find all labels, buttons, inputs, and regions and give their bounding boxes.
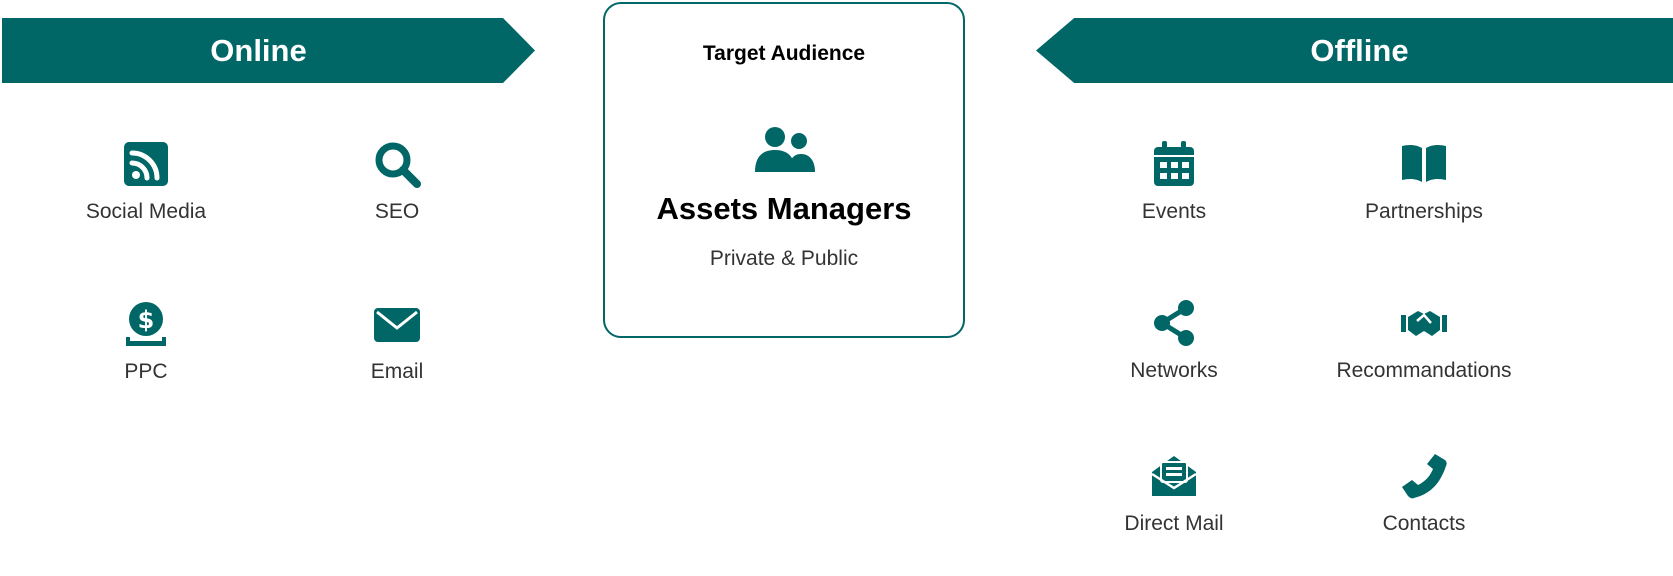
offline-item-label: Partnerships [1365, 200, 1483, 223]
envelope-icon [374, 308, 420, 342]
search-icon [375, 142, 421, 188]
online-item-label: Email [370, 360, 424, 383]
online-item-ppc: $ PPC [16, 300, 276, 384]
rss-icon [124, 142, 168, 186]
svg-text:$: $ [138, 306, 155, 334]
calendar-icon [1154, 141, 1194, 186]
online-item-label: SEO [374, 200, 420, 223]
offline-banner: Offline [1036, 18, 1673, 83]
target-audience-card: Target Audience Assets Managers Private … [603, 2, 965, 338]
offline-title: Offline [1310, 32, 1409, 68]
offline-item-contacts: Contacts [1294, 452, 1554, 536]
target-audience-label: Target Audience [702, 42, 866, 65]
offline-item-networks: Networks [1044, 299, 1304, 383]
target-audience-subtitle: Private & Public [709, 247, 859, 270]
offline-item-recommandations: Recommandations [1294, 299, 1554, 383]
offline-item-label: Contacts [1382, 512, 1466, 535]
handshake-icon [1401, 311, 1447, 336]
offline-item-partnerships: Partnerships [1294, 140, 1554, 224]
dollar-coin-icon: $ [126, 302, 166, 346]
offline-item-direct-mail: Direct Mail [1044, 452, 1304, 536]
online-title: Online [210, 32, 307, 68]
offline-item-label: Direct Mail [1124, 512, 1224, 535]
users-icon [755, 127, 815, 172]
phone-icon [1402, 454, 1447, 499]
online-item-label: PPC [124, 360, 168, 383]
offline-item-label: Networks [1130, 359, 1218, 382]
share-icon [1154, 300, 1194, 346]
online-item-email: Email [267, 300, 527, 384]
offline-item-label: Recommandations [1336, 359, 1512, 382]
online-item-social-media: Social Media [16, 140, 276, 224]
target-audience-title: Assets Managers [656, 191, 912, 226]
mail-open-icon [1151, 456, 1197, 496]
offline-item-events: Events [1044, 140, 1304, 224]
online-item-label: Social Media [85, 200, 207, 223]
online-item-seo: SEO [267, 140, 527, 224]
book-icon [1402, 144, 1446, 182]
offline-item-label: Events [1141, 200, 1207, 223]
online-banner: Online [2, 18, 535, 83]
